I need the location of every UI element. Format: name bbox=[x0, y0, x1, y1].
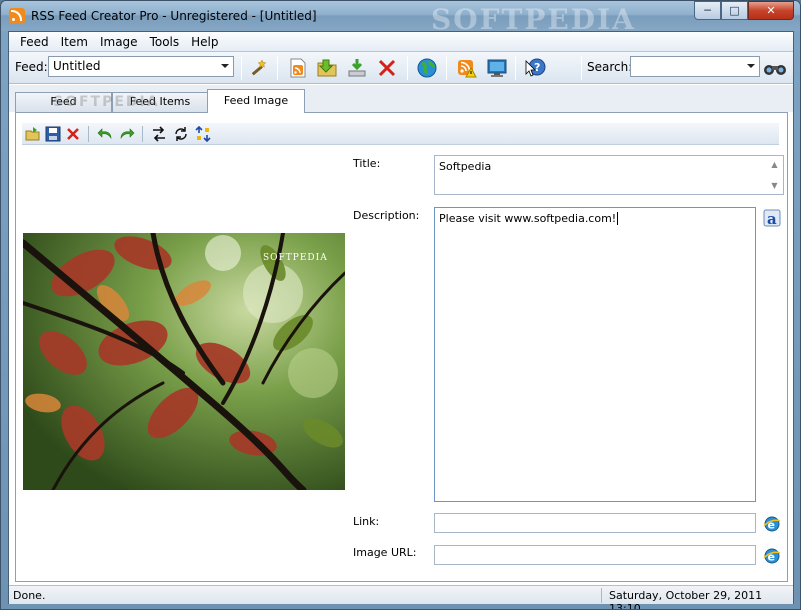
open-folder-icon[interactable] bbox=[315, 56, 339, 80]
menu-image[interactable]: Image bbox=[94, 33, 144, 51]
image-url-label: Image URL: bbox=[353, 546, 417, 559]
text-caret bbox=[617, 212, 619, 225]
image-url-input[interactable] bbox=[434, 545, 756, 565]
status-separator bbox=[601, 588, 602, 603]
chevron-down-icon[interactable] bbox=[747, 64, 755, 68]
flip-icon[interactable] bbox=[150, 125, 168, 143]
feed-image-panel: SOFTPEDIA Title: Softpedia ▲ ▼ Descripti… bbox=[15, 112, 788, 582]
chevron-down-icon[interactable] bbox=[221, 64, 229, 68]
feed-select-value: Untitled bbox=[53, 59, 101, 73]
link-label: Link: bbox=[353, 515, 380, 528]
delete-icon[interactable] bbox=[375, 56, 399, 80]
title-input[interactable]: Softpedia ▲ ▼ bbox=[434, 155, 784, 195]
globe-icon[interactable] bbox=[415, 56, 439, 80]
menu-bar: Feed Item Image Tools Help bbox=[9, 32, 793, 52]
tab-feed-image[interactable]: Feed Image bbox=[207, 89, 305, 113]
help-cursor-icon[interactable]: ? bbox=[523, 56, 547, 80]
toolbar-separator bbox=[446, 56, 447, 80]
status-bar: Done. Saturday, October 29, 2011 13:10 bbox=[9, 585, 793, 609]
feed-label: Feed: bbox=[15, 60, 48, 74]
svg-text:a: a bbox=[767, 210, 777, 227]
title-scrollbar[interactable]: ▲ ▼ bbox=[766, 156, 783, 194]
image-preview-area: SOFTPEDIA bbox=[23, 153, 345, 568]
rss-app-icon bbox=[9, 8, 25, 24]
window-title: RSS Feed Creator Pro - Unregistered - [U… bbox=[31, 9, 317, 23]
search-label: Search: bbox=[587, 60, 633, 74]
resize-icon[interactable] bbox=[194, 125, 212, 143]
link-input[interactable] bbox=[434, 513, 756, 533]
save-icon[interactable] bbox=[44, 125, 62, 143]
redo-icon[interactable] bbox=[118, 125, 136, 143]
open-image-url-browser-icon[interactable]: e bbox=[763, 547, 781, 565]
title-bar[interactable]: RSS Feed Creator Pro - Unregistered - [U… bbox=[1, 1, 800, 36]
feed-select[interactable]: Untitled bbox=[48, 56, 234, 77]
binoculars-icon[interactable] bbox=[763, 56, 787, 80]
toolbar-separator bbox=[241, 56, 242, 80]
minimize-button[interactable]: ─ bbox=[694, 1, 721, 20]
status-text: Done. bbox=[13, 589, 46, 602]
magic-wand-icon[interactable] bbox=[247, 56, 271, 80]
toolbar-separator bbox=[407, 56, 408, 80]
menu-tools[interactable]: Tools bbox=[144, 33, 186, 51]
app-window: RSS Feed Creator Pro - Unregistered - [U… bbox=[0, 0, 801, 610]
menu-help[interactable]: Help bbox=[185, 33, 224, 51]
scroll-up-icon[interactable]: ▲ bbox=[771, 160, 777, 169]
close-button[interactable]: ✕ bbox=[748, 1, 794, 20]
main-toolbar: Feed: Untitled ? Search: bbox=[9, 52, 793, 84]
scroll-down-icon[interactable]: ▼ bbox=[771, 181, 777, 190]
menu-feed[interactable]: Feed bbox=[14, 33, 55, 51]
toolbar-separator bbox=[88, 126, 89, 142]
open-link-browser-icon[interactable]: e bbox=[763, 515, 781, 533]
search-input[interactable] bbox=[630, 56, 760, 77]
rss-warning-icon[interactable] bbox=[455, 56, 479, 80]
window-controls: ─ □ ✕ bbox=[694, 1, 794, 21]
rotate-icon[interactable] bbox=[172, 125, 190, 143]
open-image-icon[interactable] bbox=[24, 125, 42, 143]
description-textarea-value: Please visit www.softpedia.com! bbox=[439, 212, 617, 225]
title-label: Title: bbox=[353, 157, 381, 170]
toolbar-separator bbox=[142, 126, 143, 142]
download-icon[interactable] bbox=[345, 56, 369, 80]
undo-icon[interactable] bbox=[96, 125, 114, 143]
new-feed-rss-icon[interactable] bbox=[286, 56, 310, 80]
svg-text:?: ? bbox=[534, 61, 540, 74]
remove-image-icon[interactable] bbox=[64, 125, 82, 143]
toolbar-separator bbox=[581, 56, 582, 80]
toolbar-separator bbox=[277, 56, 278, 80]
image-toolbar bbox=[22, 123, 779, 145]
description-label: Description: bbox=[353, 209, 420, 222]
maximize-button[interactable]: □ bbox=[721, 1, 748, 20]
toolbar-separator bbox=[515, 56, 516, 80]
title-input-value: Softpedia bbox=[439, 160, 492, 173]
tab-strip: Feed Feed Items Feed Image SOFTPEDIA bbox=[9, 85, 793, 113]
status-datetime: Saturday, October 29, 2011 13:10 bbox=[609, 589, 763, 610]
tab-watermark: SOFTPEDIA bbox=[53, 94, 160, 110]
monitor-icon[interactable] bbox=[485, 56, 509, 80]
feed-image-preview: SOFTPEDIA bbox=[23, 233, 345, 490]
menu-item[interactable]: Item bbox=[55, 33, 94, 51]
image-watermark: SOFTPEDIA bbox=[263, 253, 328, 263]
description-textarea[interactable]: Please visit www.softpedia.com! bbox=[434, 207, 756, 502]
font-style-icon[interactable]: a bbox=[763, 209, 781, 228]
client-area: Feed Item Image Tools Help Feed: Untitle… bbox=[8, 31, 794, 609]
